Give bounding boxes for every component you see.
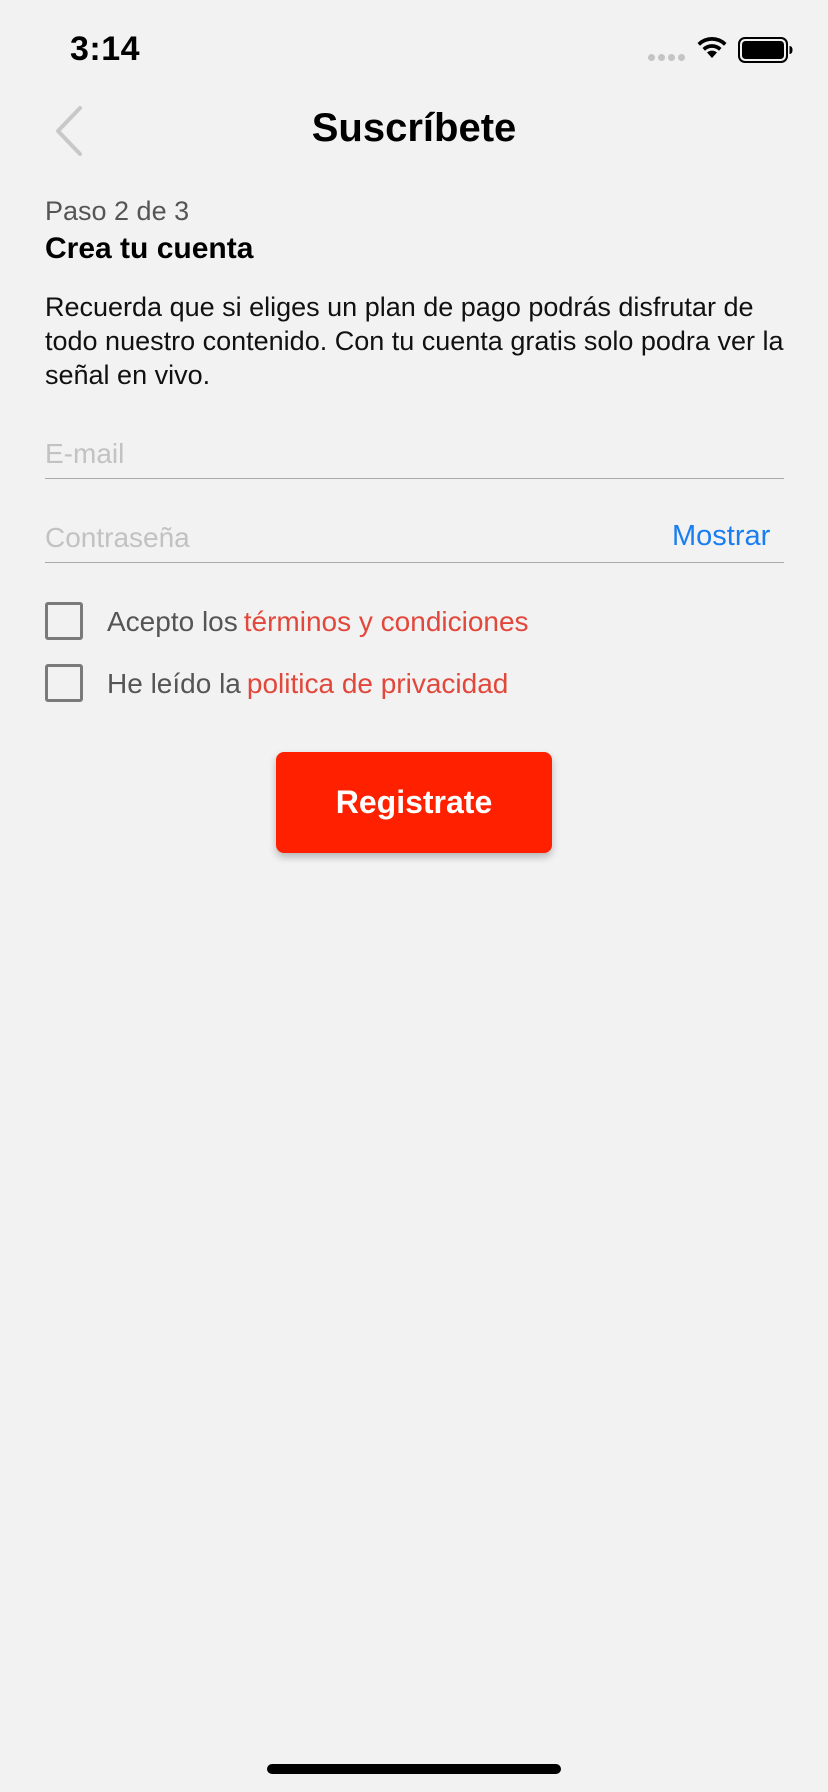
terms-text: Acepto los términos y condiciones [107,606,529,638]
status-bar: 3:14 [0,0,828,100]
battery-icon [738,37,793,63]
home-indicator [267,1764,561,1774]
status-time: 3:14 [70,30,141,68]
wifi-icon [697,36,727,58]
privacy-checkbox[interactable] [45,664,83,702]
terms-link[interactable]: términos y condiciones [244,606,529,637]
privacy-link[interactable]: politica de privacidad [247,668,509,699]
description-text: Recuerda que si eliges un plan de pago p… [45,292,784,390]
privacy-text: He leído la politica de privacidad [107,668,508,700]
show-password-button[interactable]: Mostrar [672,520,770,553]
section-title: Crea tu cuenta [45,232,254,265]
signal-icon [648,54,686,62]
nav-bar: Suscríbete [0,90,828,170]
terms-checkbox[interactable] [45,602,83,640]
register-button[interactable]: Registrate [276,752,552,853]
privacy-prefix: He leído la [107,668,241,699]
terms-prefix: Acepto los [107,606,238,637]
email-field[interactable] [45,434,784,479]
page-title: Suscríbete [311,106,517,150]
step-indicator: Paso 2 de 3 [45,196,190,226]
